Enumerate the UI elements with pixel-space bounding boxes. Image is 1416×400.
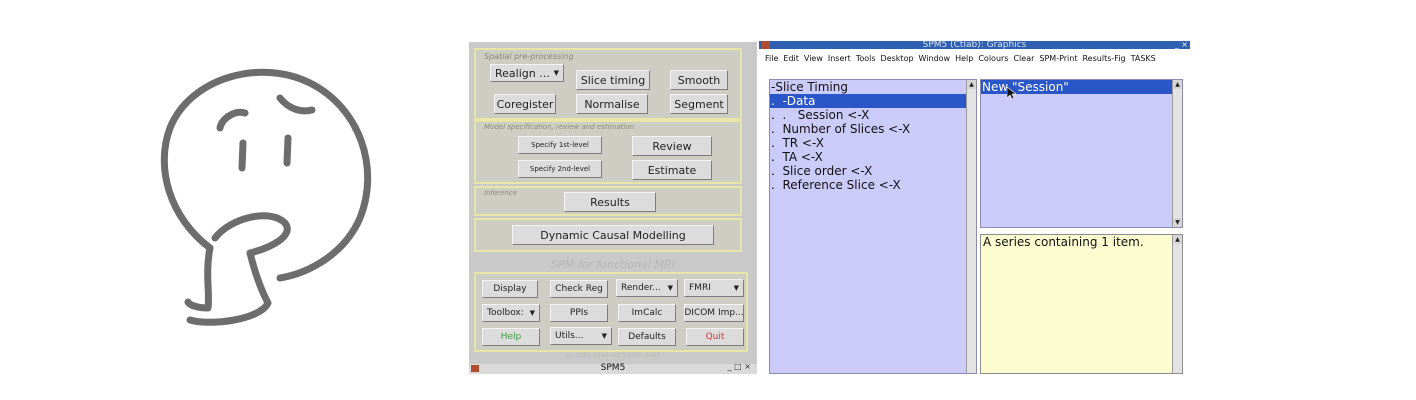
options-list[interactable]: New "Session" ▲ ▼ xyxy=(980,79,1183,228)
menu-clear[interactable]: Clear xyxy=(1013,54,1034,63)
tree-item[interactable]: -Slice Timing xyxy=(770,80,976,94)
help-scrollbar[interactable]: ▲ xyxy=(1172,235,1182,373)
coregister-button[interactable]: Coregister xyxy=(494,94,556,114)
menu-file[interactable]: File xyxy=(765,54,778,63)
render-dropdown[interactable]: Render... ▼ xyxy=(616,279,678,297)
menu-tasks[interactable]: TASKS xyxy=(1131,54,1156,63)
scroll-up-arrow-icon[interactable]: ▲ xyxy=(1173,80,1182,89)
menu-colours[interactable]: Colours xyxy=(978,54,1008,63)
window-controls-icon[interactable]: _ × xyxy=(1175,41,1188,49)
tree-item-selected[interactable]: . -Data xyxy=(770,94,966,108)
render-label: Render... xyxy=(621,283,661,293)
dropdown-arrow-icon: ▼ xyxy=(733,284,739,292)
menu-help[interactable]: Help xyxy=(955,54,973,63)
utils-dropdown[interactable]: Utils... ▼ xyxy=(550,327,612,345)
tree-item[interactable]: . Number of Slices <-X xyxy=(770,122,976,136)
options-scrollbar[interactable]: ▲ ▼ xyxy=(1172,80,1182,227)
help-text-box: A series containing 1 item. ▲ xyxy=(980,234,1183,374)
dropdown-arrow-icon: ▼ xyxy=(553,69,559,77)
scroll-down-arrow-icon[interactable]: ▼ xyxy=(1173,218,1182,227)
utils-label: Utils... xyxy=(555,331,584,341)
help-text: A series containing 1 item. xyxy=(983,235,1144,249)
fmri-dropdown[interactable]: FMRI ▼ xyxy=(684,279,744,297)
matlab-icon xyxy=(471,365,479,372)
dropdown-arrow-icon: ▼ xyxy=(667,284,673,292)
estimate-button[interactable]: Estimate xyxy=(632,160,712,180)
dynamic-causal-modelling-button[interactable]: Dynamic Causal Modelling xyxy=(512,225,714,245)
graphics-menubar: File Edit View Insert Tools Desktop Wind… xyxy=(759,50,1190,66)
tree-item[interactable]: . TA <-X xyxy=(770,150,976,164)
menu-desktop[interactable]: Desktop xyxy=(881,54,914,63)
help-button[interactable]: Help xyxy=(482,328,540,346)
dicom-import-button[interactable]: DICOM Imp... xyxy=(684,304,744,322)
menu-view[interactable]: View xyxy=(804,54,823,63)
fmri-label: FMRI xyxy=(689,283,711,293)
scroll-up-arrow-icon[interactable]: ▲ xyxy=(1173,235,1182,244)
imcalc-button[interactable]: ImCalc xyxy=(618,304,676,322)
toolbox-label: Toolbox: xyxy=(487,308,524,318)
model-section-label: Model specification, review and estimati… xyxy=(484,123,635,131)
menu-results-fig[interactable]: Results-Fig xyxy=(1082,54,1125,63)
specify-2nd-level-button[interactable]: Specify 2nd-level xyxy=(518,160,602,178)
inference-panel: Inference Results xyxy=(474,186,742,216)
segment-button[interactable]: Segment xyxy=(670,94,728,114)
spatial-preprocessing-panel: Spatial pre-processing Realign ... ▼ Sli… xyxy=(474,48,742,120)
matlab-icon xyxy=(761,41,770,49)
menu-spm-print[interactable]: SPM-Print xyxy=(1039,54,1077,63)
check-reg-button[interactable]: Check Reg xyxy=(550,280,608,298)
inference-section-label: Inference xyxy=(484,189,518,197)
graphics-title: SPM5 (Ctlab): Graphics xyxy=(922,41,1027,49)
spatial-section-label: Spatial pre-processing xyxy=(484,52,574,61)
toolbox-dropdown[interactable]: Toolbox: ▼ xyxy=(482,304,540,322)
tree-item[interactable]: . Reference Slice <-X xyxy=(770,178,976,192)
tree-item[interactable]: . . Session <-X xyxy=(770,108,976,122)
copyright-text: (c) 1991,1994-2003,2005-2006 xyxy=(565,352,661,359)
quit-button[interactable]: Quit xyxy=(686,328,744,346)
window-controls-icon[interactable]: _ □ × xyxy=(728,363,751,371)
dcm-panel: Dynamic Causal Modelling xyxy=(474,218,742,252)
graphics-body: -Slice Timing . -Data . . Session <-X . … xyxy=(759,66,1190,374)
thinking-face-doodle-icon xyxy=(160,68,372,326)
realign-label: Realign ... xyxy=(495,66,550,80)
normalise-button[interactable]: Normalise xyxy=(576,94,648,114)
spm5-taskbar[interactable]: SPM5 _ □ × xyxy=(469,363,757,374)
tree-scrollbar[interactable]: ▲ xyxy=(966,80,976,373)
dropdown-arrow-icon: ▼ xyxy=(601,332,607,340)
mouse-cursor-icon xyxy=(1007,87,1016,100)
tree-item[interactable]: . TR <-X xyxy=(770,136,976,150)
spm-menu-window: Spatial pre-processing Realign ... ▼ Sli… xyxy=(469,42,757,372)
utilities-panel: Display Check Reg Render... ▼ FMRI ▼ Too… xyxy=(474,272,748,352)
taskbar-title: SPM5 xyxy=(600,363,626,373)
display-button[interactable]: Display xyxy=(482,280,538,298)
ppis-button[interactable]: PPIs xyxy=(550,304,608,322)
graphics-title-bar[interactable]: SPM5 (Ctlab): Graphics _ × xyxy=(759,41,1190,49)
slice-timing-button[interactable]: Slice timing xyxy=(576,70,650,90)
menu-edit[interactable]: Edit xyxy=(783,54,799,63)
results-button[interactable]: Results xyxy=(564,192,656,212)
tree-item[interactable]: . Slice order <-X xyxy=(770,164,976,178)
spm-subtitle: SPM for functional MRI xyxy=(551,258,675,271)
realign-dropdown[interactable]: Realign ... ▼ xyxy=(490,64,564,82)
review-button[interactable]: Review xyxy=(632,136,712,156)
menu-insert[interactable]: Insert xyxy=(828,54,851,63)
scroll-up-arrow-icon[interactable]: ▲ xyxy=(967,80,976,89)
specify-1st-level-button[interactable]: Specify 1st-level xyxy=(518,136,602,154)
defaults-button[interactable]: Defaults xyxy=(618,328,676,346)
job-tree-list[interactable]: -Slice Timing . -Data . . Session <-X . … xyxy=(769,79,977,374)
menu-window[interactable]: Window xyxy=(919,54,951,63)
smooth-button[interactable]: Smooth xyxy=(670,70,728,90)
menu-tools[interactable]: Tools xyxy=(856,54,876,63)
model-specification-panel: Model specification, review and estimati… xyxy=(474,120,742,184)
dropdown-arrow-icon: ▼ xyxy=(529,309,535,317)
